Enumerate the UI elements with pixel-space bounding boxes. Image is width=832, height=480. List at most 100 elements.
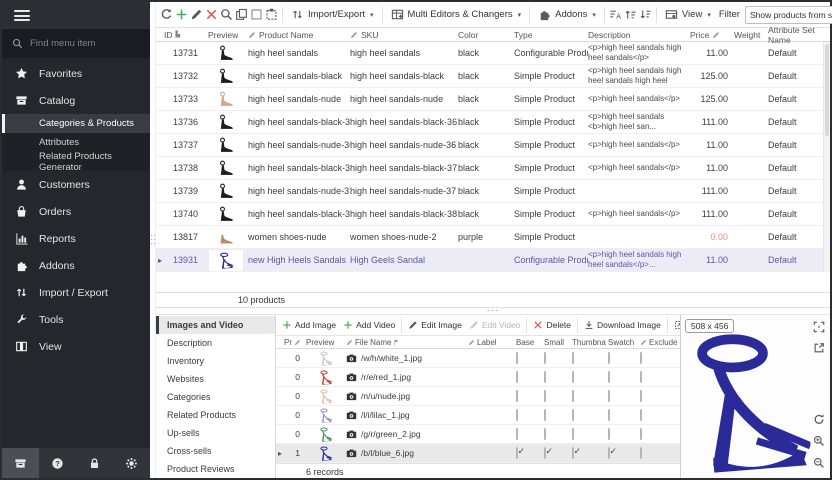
refresh-button[interactable] [160, 5, 173, 25]
tab-up-sells[interactable]: Up-sells [156, 424, 275, 442]
product-row-13731[interactable]: 13731high heel sandalshigh heel sandalsb… [156, 42, 823, 65]
sidebar-item-addons[interactable]: Addons [2, 252, 150, 279]
zoom-out-button[interactable] [812, 456, 826, 470]
sidebar-item-import-export[interactable]: Import / Export [2, 279, 150, 306]
thumbnail-checkbox[interactable] [572, 447, 574, 459]
tab-related-products[interactable]: Related Products [156, 406, 275, 424]
small-checkbox[interactable] [544, 390, 546, 402]
sidebar-item-attributes[interactable]: Attributes [2, 133, 150, 152]
small-checkbox[interactable] [544, 447, 546, 459]
product-row-13738[interactable]: 13738high heel sandals-black-37high heel… [156, 157, 823, 180]
base-checkbox[interactable] [516, 371, 518, 383]
download-image-button[interactable]: Download Image [581, 316, 664, 334]
column-header-color[interactable]: Color [458, 30, 514, 40]
sidebar-item-catalog[interactable]: Catalog [2, 87, 150, 114]
swatch-checkbox[interactable] [608, 390, 610, 402]
multi-editors-changers-menu[interactable]: Multi Editors & Changers [387, 5, 526, 25]
small-checkbox[interactable] [544, 409, 546, 421]
product-row-13817[interactable]: 13817women shoes-nudewomen shoes-nude-2p… [156, 226, 823, 249]
add-video-button[interactable]: Add Video [340, 316, 398, 334]
hamburger-menu-icon[interactable] [14, 10, 30, 21]
column-header-thumbna[interactable]: Thumbna [572, 338, 608, 347]
column-header-preview[interactable]: Preview [208, 30, 248, 40]
tab-categories[interactable]: Categories [156, 388, 275, 406]
edit-image-button[interactable]: Edit Image [405, 316, 465, 334]
product-row-13739[interactable]: 13739high heel sandals-nude-37high heel … [156, 180, 823, 203]
add-product-button[interactable] [175, 5, 188, 25]
product-row-13931[interactable]: 13931new High Heels SandalsHigh Geels Sa… [156, 249, 823, 272]
search-button[interactable] [220, 5, 233, 25]
vertical-scrollbar[interactable] [823, 42, 830, 272]
column-header-type[interactable]: Type [514, 30, 588, 40]
gear-button[interactable] [113, 448, 150, 478]
copy-button[interactable] [235, 5, 248, 25]
edit-video-button[interactable]: Edit Video [466, 316, 524, 334]
image-row-n-u-nude-jpg[interactable]: 0/n/u/nude.jpg [276, 387, 680, 406]
column-header-weight[interactable]: Weight [734, 30, 768, 40]
column-header-base[interactable]: Base [516, 338, 544, 347]
exclude-checkbox[interactable] [640, 447, 642, 459]
base-checkbox[interactable] [516, 428, 518, 440]
swatch-checkbox[interactable] [608, 352, 610, 364]
sidebar-item-tools[interactable]: Tools [2, 306, 150, 333]
sidebar-item-orders[interactable]: Orders [2, 198, 150, 225]
exclude-checkbox[interactable] [640, 390, 642, 402]
zoom-in-button[interactable] [812, 434, 826, 448]
edit-product-button[interactable] [190, 5, 203, 25]
delete-image-button[interactable]: Delete [530, 316, 574, 334]
image-row-b-l-blue-6-jpg[interactable]: 1/b/l/blue_6.jpg [276, 444, 680, 463]
base-checkbox[interactable] [516, 390, 518, 402]
small-checkbox[interactable] [544, 371, 546, 383]
column-header-swatch[interactable]: Swatch [608, 338, 640, 347]
exclude-checkbox[interactable] [640, 352, 642, 364]
image-row-r-e-red-1-jpg[interactable]: 0/r/e/red_1.jpg [276, 368, 680, 387]
thumbnail-checkbox[interactable] [572, 409, 574, 421]
image-row-l-i-lilac-1-jpg[interactable]: 0/l/i/lilac_1.jpg [276, 406, 680, 425]
rotate-image-button[interactable] [812, 412, 826, 426]
product-row-13732[interactable]: 13732high heel sandals-blackhigh heel sa… [156, 65, 823, 88]
tab-inventory[interactable]: Inventory [156, 352, 275, 370]
column-header-file-name[interactable]: File Name [346, 338, 468, 347]
import-export-menu[interactable]: Import/Export [287, 5, 378, 25]
sidebar-item-categories-products[interactable]: Categories & Products [2, 114, 150, 133]
product-row-13737[interactable]: 13737high heel sandals-nude-36high heel … [156, 134, 823, 157]
tab-product-reviews[interactable]: Product Reviews [156, 460, 275, 478]
paste-button[interactable] [265, 5, 278, 25]
column-header-label[interactable]: Label [468, 338, 516, 347]
sidebar-item-view[interactable]: View [2, 333, 150, 360]
exclude-checkbox[interactable] [640, 428, 642, 440]
addons-menu[interactable]: Addons [534, 5, 600, 25]
column-header-small[interactable]: Small [544, 338, 572, 347]
view-menu[interactable]: View [661, 5, 715, 25]
base-checkbox[interactable] [516, 447, 518, 459]
image-row-g-r-green-2-jpg[interactable]: 0/g/r/green_2.jpg [276, 425, 680, 444]
tab-websites[interactable]: Websites [156, 370, 275, 388]
thumbnail-checkbox[interactable] [572, 390, 574, 402]
tab-images-and-video[interactable]: Images and Video [156, 316, 275, 334]
thumbnail-checkbox[interactable] [572, 352, 574, 364]
column-header-price[interactable]: Price [690, 30, 734, 40]
product-row-13736[interactable]: 13736high heel sandals-black-36high heel… [156, 111, 823, 134]
help-button[interactable] [39, 448, 76, 478]
column-header-preview[interactable]: Preview [306, 338, 346, 347]
archive-button[interactable] [2, 448, 39, 478]
delete-product-button[interactable] [205, 5, 218, 25]
swatch-checkbox[interactable] [608, 371, 610, 383]
select-button[interactable] [250, 5, 263, 25]
product-row-13733[interactable]: 13733high heel sandals-nudehigh heel san… [156, 88, 823, 111]
base-checkbox[interactable] [516, 409, 518, 421]
product-row-13740[interactable]: 13740high heel sandals-black-38high heel… [156, 203, 823, 226]
swatch-checkbox[interactable] [608, 409, 610, 421]
column-header-pr[interactable]: Pr [284, 338, 306, 347]
filter-select[interactable]: Show products from selected categories [745, 6, 832, 24]
exclude-checkbox[interactable] [640, 371, 642, 383]
column-header-product-name[interactable]: Product Name [248, 30, 350, 40]
sidebar-item-favorites[interactable]: Favorites [2, 60, 150, 87]
swatch-checkbox[interactable] [608, 447, 610, 459]
column-header-exclude[interactable]: Exclude [640, 338, 680, 347]
swatch-checkbox[interactable] [608, 428, 610, 440]
expand-button[interactable] [624, 5, 637, 25]
small-checkbox[interactable] [544, 352, 546, 364]
exclude-checkbox[interactable] [640, 409, 642, 421]
thumbnail-checkbox[interactable] [572, 371, 574, 383]
